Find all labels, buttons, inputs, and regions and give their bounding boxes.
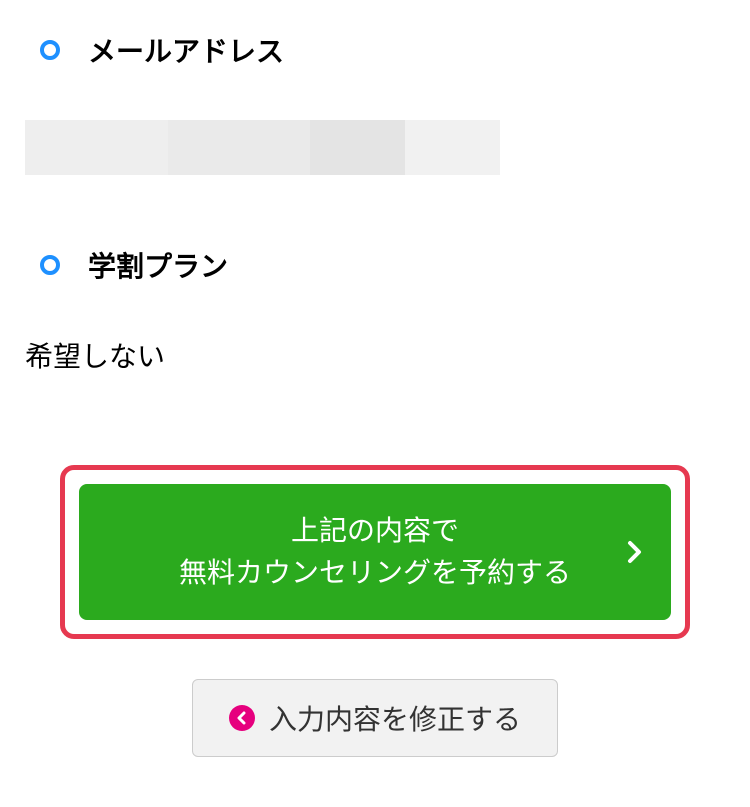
edit-input-button[interactable]: 入力内容を修正する <box>192 679 558 757</box>
email-title: メールアドレス <box>88 30 284 70</box>
plan-section: 学割プラン 希望しない <box>0 215 750 375</box>
chevron-left-circle-icon <box>229 705 255 731</box>
email-value-redacted <box>25 120 500 175</box>
primary-button-line2: 無料カウンセリングを予約する <box>179 552 571 594</box>
secondary-button-label: 入力内容を修正する <box>269 698 521 738</box>
secondary-button-area: 入力内容を修正する <box>0 679 750 757</box>
bullet-icon <box>40 40 60 60</box>
primary-button-text: 上記の内容で 無料カウンセリングを予約する <box>179 510 571 594</box>
primary-button-line1: 上記の内容で <box>179 510 571 552</box>
chevron-right-icon <box>627 540 643 564</box>
submit-reservation-button[interactable]: 上記の内容で 無料カウンセリングを予約する <box>79 484 671 620</box>
plan-header: 学割プラン <box>0 215 750 305</box>
plan-title: 学割プラン <box>88 245 228 285</box>
email-header: メールアドレス <box>0 0 750 90</box>
bullet-icon <box>40 255 60 275</box>
primary-button-area: 上記の内容で 無料カウンセリングを予約する <box>0 465 750 639</box>
email-section: メールアドレス <box>0 0 750 175</box>
plan-value: 希望しない <box>0 305 750 375</box>
highlight-frame: 上記の内容で 無料カウンセリングを予約する <box>60 465 690 639</box>
